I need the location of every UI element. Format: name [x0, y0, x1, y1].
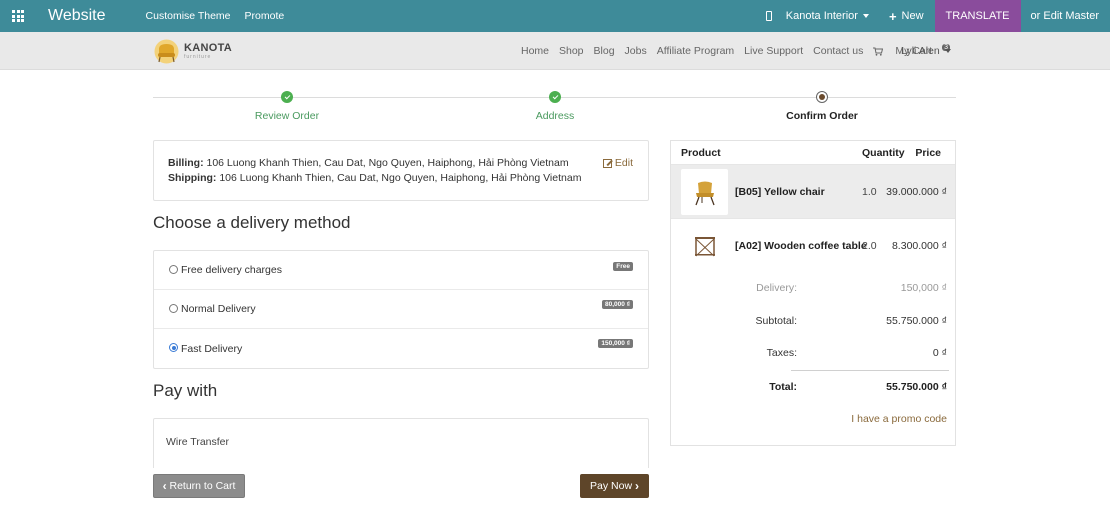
product-price: 8.300.000 ₫ [891, 240, 947, 252]
new-label: New [901, 10, 924, 22]
summary-header: Product Quantity Price [671, 141, 955, 164]
logo-name: KANOTA [184, 42, 233, 54]
step-label: Address [535, 110, 575, 122]
nav-live-support[interactable]: Live Support [744, 45, 803, 57]
nav-shop[interactable]: Shop [559, 45, 584, 57]
subtotal-label: Subtotal: [755, 315, 797, 327]
check-icon [549, 91, 561, 103]
order-summary: Product Quantity Price [B05] Yellow chai… [670, 140, 956, 446]
table-row: [B05] Yellow chair 1.0 39.000.000 ₫ [671, 164, 955, 218]
nav-home[interactable]: Home [521, 45, 549, 57]
payment-method-label: Wire Transfer [166, 436, 230, 448]
payment-method-box[interactable]: Wire Transfer [153, 418, 649, 468]
product-quantity: 2.0 [862, 240, 877, 252]
delivery-price-badge: Free [613, 262, 633, 271]
apps-grid-icon[interactable] [0, 0, 36, 32]
total-label: Total: [769, 381, 797, 393]
chevron-right-icon: › [634, 479, 639, 493]
step-label: Confirm Order [786, 110, 858, 122]
cart-icon [873, 47, 884, 56]
billing-address: 106 Luong Khanh Thien, Cau Dat, Ngo Quye… [206, 157, 569, 169]
radio-button[interactable] [169, 264, 178, 274]
taxes-value: 0 ₫ [932, 347, 947, 359]
menu-customise-theme[interactable]: Customise Theme [146, 10, 231, 22]
chair-logo-icon [153, 38, 180, 65]
delivery-option-normal[interactable]: Normal Delivery 80,000 ₫ [154, 290, 648, 329]
delivery-title: Choose a delivery method [153, 213, 351, 232]
mobile-preview-icon[interactable] [765, 11, 772, 21]
delivery-price-badge: 80,000 ₫ [601, 300, 633, 309]
delivery-label: Fast Delivery [181, 342, 243, 355]
billing-label: Billing: [168, 157, 204, 169]
radio-button[interactable] [169, 343, 178, 352]
user-menu[interactable]: Lyli Alen [901, 45, 951, 57]
new-button[interactable]: + New [889, 9, 924, 24]
step-confirm-order: Confirm Order [742, 91, 902, 122]
edit-icon [602, 159, 612, 168]
delivery-price-badge: 150,000 ₫ [598, 339, 633, 348]
step-label: Review Order [254, 110, 320, 122]
return-label: Return to Cart [169, 480, 236, 492]
nav-affiliate-program[interactable]: Affiliate Program [657, 45, 734, 57]
pay-label: Pay Now [590, 480, 633, 492]
delivery-total-label: Delivery: [756, 282, 797, 294]
delivery-label: Free delivery charges [181, 264, 282, 276]
nav-contact-us[interactable]: Contact us [813, 45, 863, 57]
return-to-cart-button[interactable]: ‹ Return to Cart [153, 474, 245, 498]
total-value: 55.750.000 ₫ [886, 381, 947, 393]
chevron-left-icon: ‹ [162, 479, 167, 493]
delivery-option-fast[interactable]: Fast Delivery 150,000 ₫ [154, 329, 648, 368]
edit-master-button[interactable]: or Edit Master [1021, 10, 1110, 22]
logo-subtitle: furniture [184, 54, 212, 60]
product-quantity: 1.0 [862, 186, 877, 198]
subtotal-value: 55.750.000 ₫ [886, 315, 947, 327]
promo-code-link[interactable]: I have a promo code [851, 413, 947, 425]
payment-title: Pay with [153, 381, 218, 400]
website-switcher[interactable]: Kanota Interior [765, 10, 869, 22]
yellow-chair-image [681, 169, 728, 215]
address-summary: Billing: 106 Luong Khanh Thien, Cau Dat,… [153, 140, 649, 201]
taxes-label: Taxes: [766, 347, 797, 359]
nav-jobs[interactable]: Jobs [625, 45, 647, 57]
product-price: 39.000.000 ₫ [886, 186, 947, 198]
current-step-icon [816, 91, 828, 103]
app-title[interactable]: Website [48, 7, 106, 25]
menu-promote[interactable]: Promote [245, 10, 285, 22]
col-quantity: Quantity [862, 147, 905, 159]
wooden-table-image [681, 223, 728, 269]
table-row: [A02] Wooden coffee table 2.0 8.300.000 … [671, 218, 955, 272]
site-logo[interactable]: KANOTA furniture [153, 38, 232, 65]
check-icon [281, 91, 293, 103]
shipping-label: Shipping: [168, 172, 217, 184]
edit-label: Edit [614, 157, 633, 169]
delivery-option-free[interactable]: Free delivery charges Free [154, 251, 648, 290]
edit-address-link[interactable]: Edit [602, 156, 633, 171]
chevron-down-icon [944, 49, 951, 54]
product-name[interactable]: [B05] Yellow chair [735, 186, 825, 198]
step-review-order[interactable]: Review Order [207, 91, 367, 122]
total-divider [791, 370, 949, 371]
main-nav: Home Shop Blog Jobs Affiliate Program Li… [511, 43, 950, 57]
user-name: Lyli Alen [901, 45, 940, 57]
site-header: KANOTA furniture Home Shop Blog Jobs Aff… [0, 32, 1110, 70]
delivery-label: Normal Delivery [181, 303, 256, 315]
product-name[interactable]: [A02] Wooden coffee table [735, 240, 867, 252]
chevron-down-icon [862, 14, 869, 18]
col-price: Price [915, 147, 941, 159]
col-product: Product [681, 147, 721, 159]
nav-blog[interactable]: Blog [594, 45, 615, 57]
radio-button[interactable] [169, 303, 178, 313]
shipping-address: 106 Luong Khanh Thien, Cau Dat, Ngo Quye… [219, 172, 582, 184]
delivery-methods: Free delivery charges Free Normal Delive… [153, 250, 649, 369]
admin-topbar: Website Customise Theme Promote Kanota I… [0, 0, 1110, 32]
delivery-total-value: 150,000 ₫ [900, 282, 947, 294]
step-address[interactable]: Address [475, 91, 635, 122]
translate-button[interactable]: TRANSLATE [934, 0, 1021, 32]
website-name: Kanota Interior [785, 10, 858, 22]
plus-icon: + [888, 8, 897, 24]
pay-now-button[interactable]: Pay Now › [580, 474, 649, 498]
